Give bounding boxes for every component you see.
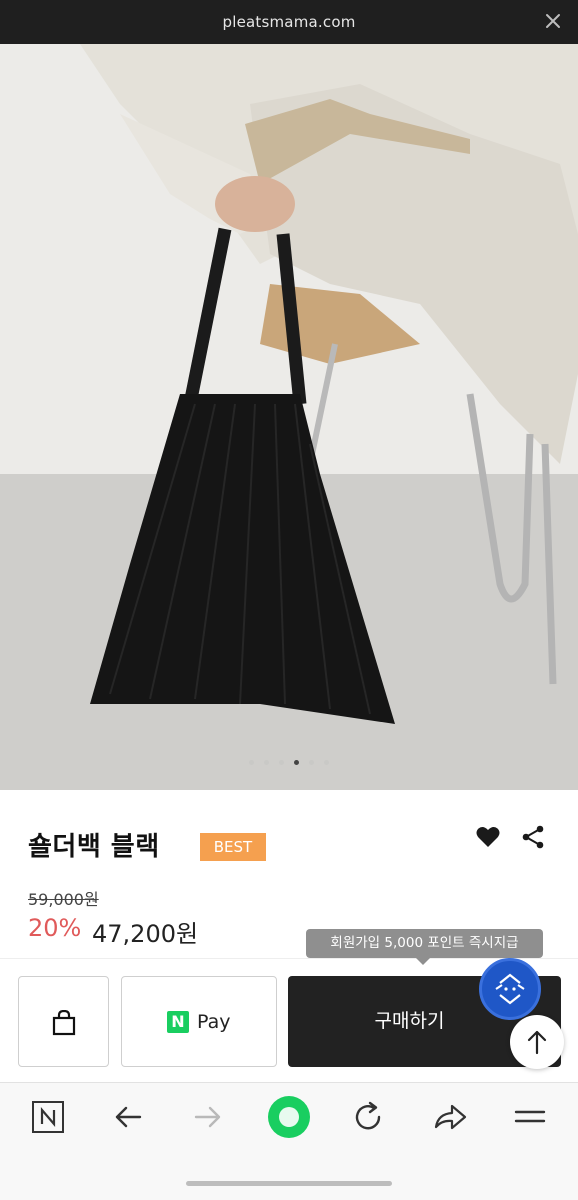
carousel-dot[interactable] — [249, 760, 254, 765]
carousel-dots[interactable] — [0, 752, 578, 765]
url-text[interactable]: pleatsmama.com — [0, 0, 578, 44]
back-arrow-icon[interactable] — [108, 1097, 148, 1137]
carousel-dot[interactable] — [264, 760, 269, 765]
chatbot-button[interactable] — [479, 958, 541, 1020]
best-badge: BEST — [200, 833, 266, 861]
carousel-dot-active[interactable] — [294, 760, 299, 765]
sale-price: 47,200원 — [92, 920, 199, 948]
share-icon[interactable] — [520, 824, 546, 850]
naver-pay-label: Pay — [197, 1011, 231, 1033]
scroll-to-top-button[interactable] — [510, 1015, 564, 1069]
menu-icon[interactable] — [510, 1097, 550, 1137]
naver-pay-logo: N — [167, 1011, 189, 1033]
naver-pay-button[interactable]: N Pay — [121, 976, 277, 1067]
carousel-dot[interactable] — [279, 760, 284, 765]
product-title: 숄더백 블랙 — [28, 832, 160, 862]
close-icon[interactable] — [542, 10, 564, 32]
chatbot-icon — [495, 973, 525, 1005]
shopping-bag-icon — [52, 1010, 76, 1036]
carousel-dot[interactable] — [309, 760, 314, 765]
share-arrow-icon[interactable] — [430, 1097, 470, 1137]
product-image[interactable] — [0, 44, 578, 790]
signup-tooltip: 회원가입 5,000 포인트 즉시지급 — [306, 929, 543, 965]
forward-arrow-icon[interactable] — [188, 1097, 228, 1137]
carousel-dot[interactable] — [324, 760, 329, 765]
naver-icon[interactable] — [28, 1097, 68, 1137]
arrow-up-icon — [527, 1030, 547, 1055]
url-bar: pleatsmama.com — [0, 0, 578, 44]
green-dot-icon[interactable] — [266, 1094, 312, 1140]
home-indicator[interactable] — [186, 1181, 392, 1186]
discount-rate: 20% — [28, 914, 82, 942]
original-price: 59,000원 — [28, 890, 99, 909]
cart-button[interactable] — [18, 976, 109, 1067]
heart-icon[interactable] — [475, 824, 501, 850]
reload-icon[interactable] — [348, 1097, 388, 1137]
